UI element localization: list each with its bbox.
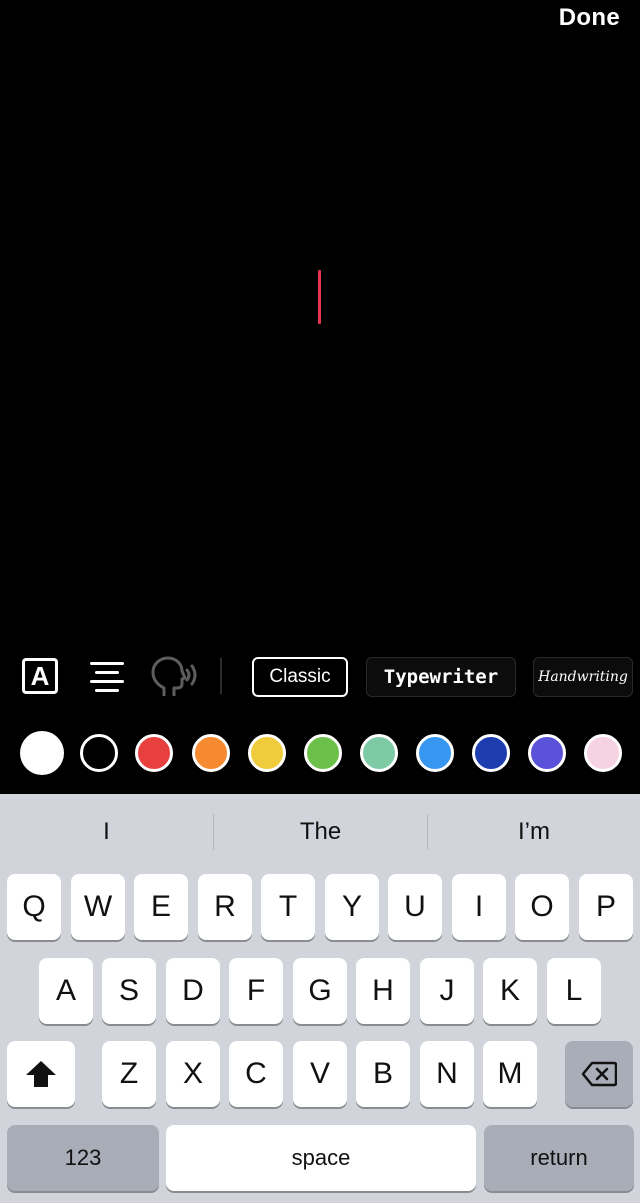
color-swatch[interactable] xyxy=(472,734,510,772)
shift-key[interactable] xyxy=(7,1041,75,1107)
color-swatch[interactable] xyxy=(248,734,286,772)
text-to-speech-icon[interactable] xyxy=(150,656,198,700)
key[interactable]: W xyxy=(71,874,125,940)
key[interactable]: K xyxy=(483,958,537,1024)
key[interactable]: R xyxy=(198,874,252,940)
key[interactable]: Z xyxy=(102,1041,156,1107)
color-swatch[interactable] xyxy=(416,734,454,772)
key[interactable]: N xyxy=(420,1041,474,1107)
key[interactable]: V xyxy=(293,1041,347,1107)
align-center-icon[interactable] xyxy=(88,660,126,696)
key[interactable]: A xyxy=(39,958,93,1024)
return-key[interactable]: return xyxy=(484,1125,634,1191)
suggestion-item[interactable]: I xyxy=(0,794,213,870)
text-toolbar: A Classic Typewriter Handwriting xyxy=(0,654,640,702)
key[interactable]: S xyxy=(102,958,156,1024)
suggestion-bar: I The I’m xyxy=(0,794,640,870)
key[interactable]: E xyxy=(134,874,188,940)
key[interactable]: B xyxy=(356,1041,410,1107)
keyboard: I The I’m Q W E R T Y U I O P A S D F G … xyxy=(0,794,640,1203)
key[interactable]: C xyxy=(229,1041,283,1107)
text-cursor xyxy=(318,270,321,324)
key[interactable]: M xyxy=(483,1041,537,1107)
toolbar-divider xyxy=(220,658,222,694)
key[interactable]: I xyxy=(452,874,506,940)
color-swatch[interactable] xyxy=(584,734,622,772)
font-handwriting-button[interactable]: Handwriting xyxy=(533,657,633,697)
backspace-icon xyxy=(581,1061,618,1087)
color-swatch[interactable] xyxy=(360,734,398,772)
suggestion-item[interactable]: I’m xyxy=(428,794,640,870)
key[interactable]: H xyxy=(356,958,410,1024)
font-classic-button[interactable]: Classic xyxy=(252,657,348,697)
font-typewriter-button[interactable]: Typewriter xyxy=(366,657,516,697)
space-key[interactable]: space xyxy=(166,1125,476,1191)
key[interactable]: Q xyxy=(7,874,61,940)
key[interactable]: O xyxy=(515,874,569,940)
shift-icon xyxy=(26,1061,56,1087)
text-style-icon[interactable]: A xyxy=(22,658,58,694)
color-swatch[interactable] xyxy=(80,734,118,772)
key[interactable]: Y xyxy=(325,874,379,940)
key[interactable]: X xyxy=(166,1041,220,1107)
done-button[interactable]: Done xyxy=(559,4,620,32)
key[interactable]: P xyxy=(579,874,633,940)
color-swatch[interactable] xyxy=(528,734,566,772)
delete-key[interactable] xyxy=(565,1041,633,1107)
key[interactable]: T xyxy=(261,874,315,940)
key[interactable]: F xyxy=(229,958,283,1024)
color-swatch[interactable] xyxy=(20,731,64,775)
key[interactable]: G xyxy=(293,958,347,1024)
key[interactable]: J xyxy=(420,958,474,1024)
key[interactable]: L xyxy=(547,958,601,1024)
key[interactable]: U xyxy=(388,874,442,940)
numbers-key[interactable]: 123 xyxy=(7,1125,159,1191)
suggestion-item[interactable]: The xyxy=(214,794,427,870)
key[interactable]: D xyxy=(166,958,220,1024)
color-swatch[interactable] xyxy=(135,734,173,772)
color-swatch[interactable] xyxy=(304,734,342,772)
color-swatch[interactable] xyxy=(192,734,230,772)
color-palette xyxy=(0,731,640,778)
